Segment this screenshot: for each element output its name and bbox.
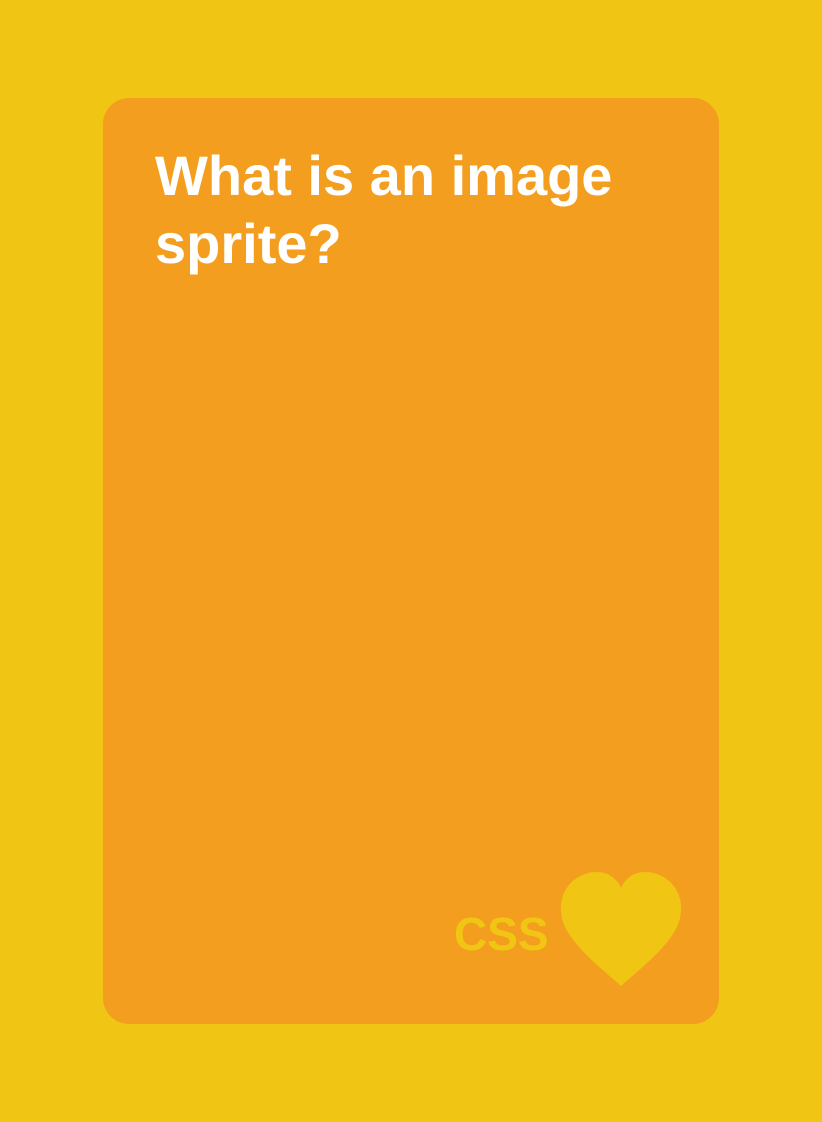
card-question: What is an image sprite? [155,144,613,275]
question-card: What is an image sprite? CSS [103,98,719,1024]
heart-icon [559,872,683,988]
brand-label: CSS [454,908,549,960]
